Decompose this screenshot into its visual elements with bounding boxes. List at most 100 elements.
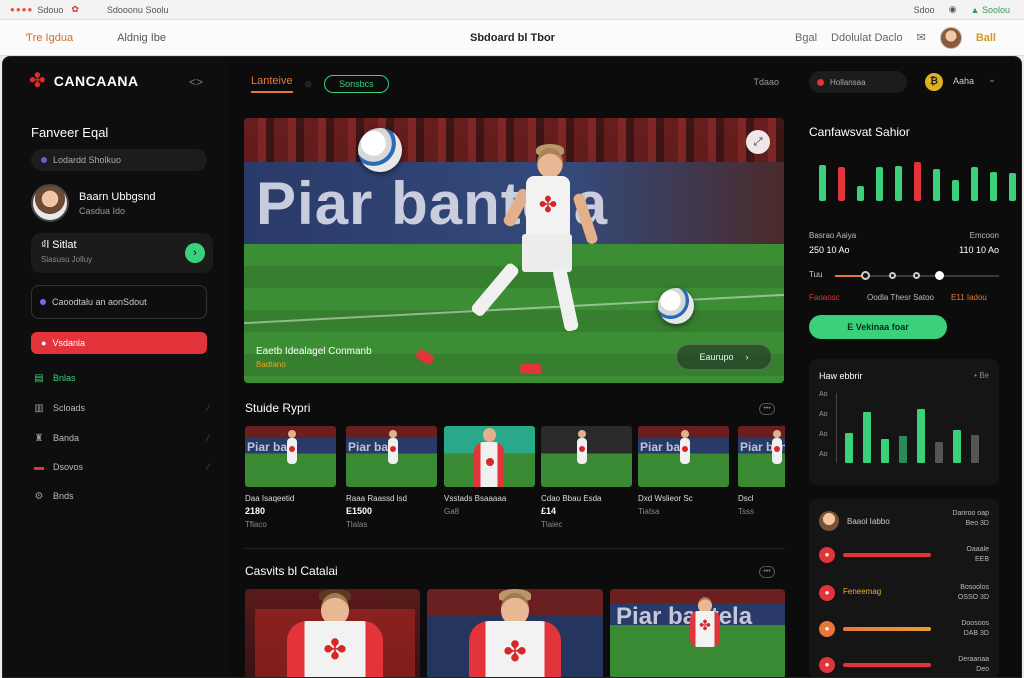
user-avatar[interactable] [939,26,962,49]
top-bar [838,167,845,201]
player-action-image: ✤ [686,595,726,677]
thumbnail-card[interactable]: Piar ban Dscl Tsss [738,426,785,516]
chart-card: Haw ebbrir • Be Ao Ao Ao Ao [809,359,999,485]
hero-cta-button[interactable]: Eaurupo › [676,344,772,370]
player-bust-image: ✤ [275,589,395,677]
chevron-down-icon[interactable]: ⌄ [988,74,996,85]
thumbnail-card[interactable]: Piar ban Raaa Raassd lsd E1500 Tlalas [346,426,437,529]
y-tick-label: Ao [819,431,828,438]
collapse-icon[interactable]: <> [189,75,203,89]
ranking-row[interactable]: ● Doosoos DAB 3D [819,619,989,639]
hero-video[interactable]: Piar bantela ✤ Eaetb Idealagel Conmanb B… [244,118,784,383]
stat-left-value: 250 10 Ao [809,245,850,255]
thumbnail-title: Raaa Raassd lsd [346,494,407,503]
thumbnail-sub: Tlalas [346,520,368,529]
sidebar-item-2[interactable]: ▥ Scloads ⁄ [33,400,209,416]
profile-card[interactable]: Baarn Ubbgsnd Casdua Ido [31,184,155,222]
sidebar-item-3[interactable]: ♜ Banda ⁄ [33,430,209,446]
thumbnail-sub: Ga8 [444,507,460,516]
connect-icon [40,299,46,305]
stat-right-label: Emcoon [969,231,999,240]
stat-left-label: Basrao Aaiya [809,231,857,240]
rank-icon: ● [819,657,835,673]
slider-knob-3[interactable] [913,272,920,279]
sidebar-item-5[interactable]: ⚙ Bnds [33,488,209,504]
more-icon[interactable]: ••• [759,403,775,415]
sidebar-item-1[interactable]: ▤ Bnlas [33,370,209,386]
rank-value-2: DAB 3D [963,630,989,637]
os-right-item[interactable]: Sdoo [914,5,935,15]
primary-action-button[interactable]: E Vekinaa foar [809,315,947,339]
coin-icon[interactable]: ₿ [925,73,943,91]
nav-right-item[interactable]: Bgal [795,32,817,44]
rank-value-1: Doosoos [961,620,989,627]
football-image-2 [658,288,694,324]
rank-progress-bar [843,627,931,631]
sidebar-item-4[interactable]: ▬ Dsovos ⁄ [33,459,209,475]
github-icon[interactable]: ◉ [949,4,957,15]
os-bar: ●●●● Sdouo ✿ Sdooonu Soolu Sdoo ◉ ▲ Sool… [0,0,1024,20]
app-window: ✤ CANCAANA <> Fanveer Eqal Lodardd Sholk… [2,56,1022,678]
settings-icon: ⚙ [34,490,44,502]
maple-leaf-icon: ✤ [29,70,46,92]
nav-brand[interactable]: Ƭre Igdua [26,32,73,44]
thumbnail-image [444,426,535,487]
chevron-right-icon: ⁄ [207,433,209,443]
thumbnail-title: Daa Isaqeetid [245,494,295,503]
sidebar-item-label: Banda [53,433,80,443]
os-right-item-2[interactable]: ▲ Soolou [971,5,1010,15]
rank-progress-bar [843,553,931,557]
rank-icon: ● [819,547,835,563]
slider-knob[interactable] [861,271,870,280]
legend-a: Faoaosc [809,293,840,302]
range-slider[interactable]: Tuu [809,269,999,283]
ticket-icon: ▬ [34,461,44,473]
ranking-row[interactable]: ● Feneemag Bosoolos OSSO 3D [819,583,989,603]
thumbnail-sub: Tiatsa [638,507,660,516]
ranking-row[interactable]: ● Deraanaa Deo [819,655,989,675]
chevron-right-icon: ⁄ [207,403,209,413]
tab-pill[interactable]: Sonsbcs [324,75,389,93]
sidebar-item-active[interactable]: ● Vsdanla [31,332,207,354]
thumbnail-card[interactable]: Vsstads Bsaaaaa Ga8 [444,426,535,516]
arrow-right-icon[interactable]: › [185,243,205,263]
tab-live[interactable]: Lanteive [251,75,293,93]
thumbnail-card[interactable]: Piar ban Dxd Wslieor Sc Tiatsa [638,426,729,516]
rank-value: Oaaale EEB [966,545,989,565]
balance-card[interactable]: ₫l Sitlat Siasusu Jolluy › [31,233,213,273]
ranking-row[interactable]: ● Oaaale EEB [819,545,989,565]
player-card[interactable]: ✤ [245,589,420,677]
rank-value: Bosoolos OSSO 3D [958,583,989,603]
player-card[interactable]: Piar bantela ✤ [610,589,785,677]
nav-right-item-2[interactable]: Ddolulat Daclo [831,32,903,44]
notifications-icon[interactable]: ✉ [917,31,926,44]
os-menu[interactable]: Sdooonu Soolu [107,5,169,15]
connect-button[interactable]: Caoodtalu an aonSdout [31,285,207,319]
thumbnail-card[interactable]: Piar ban Daa Isaqeetid 2180 Tflaco [245,426,336,529]
thumbnail-image [541,426,632,487]
right-panel: Hollansaa ₿ Aaha ⌄ Canfawsvat Sahior Bas… [797,57,1021,677]
window-dots[interactable]: ●●●● [10,5,33,14]
slider-knob-4[interactable] [935,271,944,280]
thumbnail-card[interactable]: Cdao Bbau Esda £14 Tlaiec [541,426,632,529]
player-card[interactable]: ✤ [427,589,603,677]
chart-option[interactable]: • Be [974,371,989,380]
rank-value: Doosoos DAB 3D [961,619,989,639]
connect-label: Caoodtalu an aonSdout [52,297,147,307]
hero-caption-sub: Badtano [256,360,286,369]
nav-center-title: Sbdoard bl Tbor [470,31,555,44]
right-search[interactable]: Hollansaa [809,71,907,93]
tabs-right-link[interactable]: Tdaao [753,77,779,87]
slider-fill [835,275,863,277]
nav-tag[interactable]: Ball [976,32,996,44]
top-bar [971,167,978,201]
sidebar-search[interactable]: Lodardd Sholkuo [31,149,207,171]
slider-knob-2[interactable] [889,272,896,279]
expand-icon[interactable]: ⤢ [746,130,770,154]
account-label[interactable]: Aaha [953,76,974,86]
nav-item[interactable]: Aldnig Ibe [117,32,166,44]
more-icon[interactable]: ••• [759,566,775,578]
divider [245,548,785,549]
logo[interactable]: ✤ CANCAANA [29,71,139,91]
rank-value-1: Bosoolos [960,584,989,591]
